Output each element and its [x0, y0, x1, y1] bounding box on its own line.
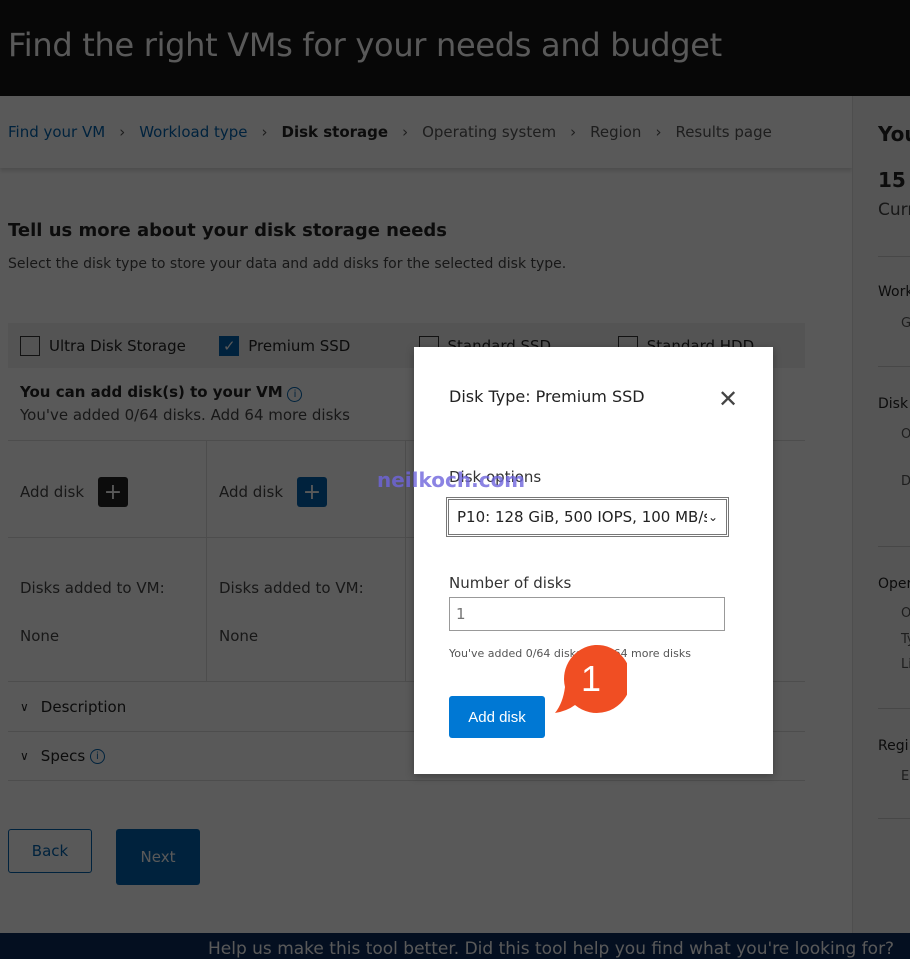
disk-column: Add disk + Disks added to VM: None — [8, 441, 207, 681]
page-header: Find the right VMs for your needs and bu… — [0, 0, 910, 96]
divider — [878, 546, 910, 547]
summary-panel: You 15 Curr Work G Disk O D Oper O Ty Li… — [852, 96, 910, 933]
breadcrumb: Find your VM › Workload type › Disk storag… — [0, 96, 852, 168]
close-icon[interactable]: ✕ — [718, 385, 738, 413]
feedback-banner[interactable]: Help us make this tool better. Did this … — [0, 933, 910, 959]
disk-count-hint: You've added 0/64 disks. Add 64 more dis… — [449, 647, 691, 660]
add-disk-dialog: Disk Type: Premium SSD ✕ Disk options P1… — [414, 347, 773, 774]
info-icon[interactable]: i — [287, 387, 303, 402]
summary-item: Ea — [901, 769, 910, 784]
plus-icon[interactable]: + — [98, 477, 128, 507]
add-disk-button[interactable]: Add disk — [449, 696, 545, 738]
add-disk-label: Add disk — [20, 483, 84, 501]
disk-column: Add disk + Disks added to VM: None — [207, 441, 406, 681]
summary-item: Disk — [878, 396, 909, 412]
accordion-label: Description — [40, 698, 127, 716]
chevron-right-icon: › — [402, 123, 409, 141]
back-button[interactable]: Back — [8, 829, 92, 873]
summary-title: You — [878, 122, 910, 146]
disks-added-value: None — [20, 627, 60, 645]
disks-added-value: None — [219, 627, 259, 645]
info-subtitle: You've added 0/64 disks. Add 64 more dis… — [20, 406, 350, 424]
disk-options-select[interactable]: P10: 128 GiB, 500 IOPS, 100 MB/sec ⌄ — [446, 497, 729, 537]
summary-item: O — [901, 606, 910, 621]
number-of-disks-label: Number of disks — [449, 574, 572, 592]
info-icon[interactable]: i — [89, 748, 105, 764]
summary-item: Work — [878, 284, 910, 300]
chevron-down-icon: ⌄ — [707, 510, 718, 524]
summary-item: Li — [901, 657, 910, 672]
crumb-os: Operating system — [422, 123, 557, 141]
chevron-right-icon: › — [261, 123, 268, 141]
info-title: You can add disk(s) to your VM — [20, 383, 283, 401]
divider — [878, 366, 910, 367]
disk-info: You can add disk(s) to your VM i You've … — [20, 383, 350, 424]
crumb-results: Results page — [675, 123, 772, 141]
checkbox-label: Premium SSD — [248, 336, 351, 355]
disks-added-label: Disks added to VM: — [219, 579, 364, 597]
chevron-right-icon: › — [655, 123, 662, 141]
summary-current: Curr — [878, 200, 910, 220]
summary-item: D — [901, 474, 910, 489]
selected-option: P10: 128 GiB, 500 IOPS, 100 MB/sec — [457, 508, 707, 526]
crumb-disk-storage: Disk storage — [281, 123, 389, 141]
divider — [878, 818, 910, 819]
dialog-title: Disk Type: Premium SSD — [449, 387, 645, 406]
number-of-disks-input[interactable] — [449, 597, 725, 631]
chevron-down-icon: ∨ — [20, 700, 29, 714]
summary-item: G — [901, 316, 910, 331]
add-disk-label: Add disk — [219, 483, 283, 501]
divider — [207, 537, 406, 538]
accordion-label: Specs — [40, 747, 86, 765]
checkbox-ultra-disk[interactable]: Ultra Disk Storage — [20, 335, 207, 356]
summary-item: Regi — [878, 738, 909, 754]
checkmark-icon[interactable]: ✓ — [219, 335, 240, 356]
checkbox-label: Ultra Disk Storage — [49, 336, 186, 355]
disks-added-label: Disks added to VM: — [20, 579, 165, 597]
divider — [878, 256, 910, 257]
chevron-right-icon: › — [119, 123, 126, 141]
crumb-region: Region — [590, 123, 642, 141]
section-title: Tell us more about your disk storage nee… — [8, 220, 448, 241]
summary-count: 15 — [878, 168, 906, 192]
summary-item: Oper — [878, 576, 910, 592]
section-subtitle: Select the disk type to store your data … — [8, 256, 567, 272]
checkbox-premium-ssd[interactable]: ✓ Premium SSD — [219, 335, 406, 356]
divider — [8, 537, 207, 538]
page-title: Find the right VMs for your needs and bu… — [8, 26, 722, 64]
plus-icon[interactable]: + — [297, 477, 327, 507]
crumb-find-vm[interactable]: Find your VM — [8, 123, 105, 141]
crumb-workload[interactable]: Workload type — [139, 123, 247, 141]
chevron-right-icon: › — [570, 123, 577, 141]
summary-item: Ty — [901, 632, 910, 647]
next-button[interactable]: Next — [116, 829, 200, 885]
chevron-down-icon: ∨ — [20, 749, 29, 763]
checkbox-icon[interactable] — [20, 335, 40, 356]
summary-item: O — [901, 427, 910, 442]
divider — [878, 708, 910, 709]
disk-options-label: Disk options — [449, 468, 542, 486]
